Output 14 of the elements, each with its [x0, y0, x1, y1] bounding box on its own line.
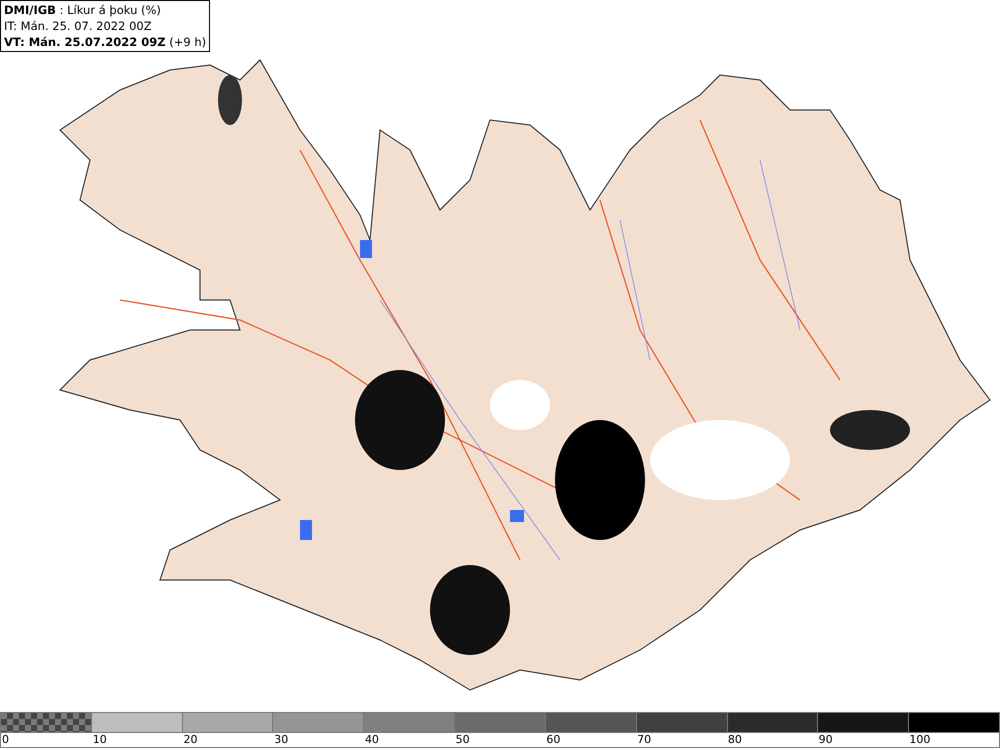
legend-label: 40	[364, 733, 379, 746]
legend-label: 30	[274, 733, 288, 746]
legend-label: 90	[818, 733, 833, 746]
info-text: IT: Mán. 25. 07. 2022 00Z	[4, 18, 153, 34]
info-text: DMI/IGB : Líkur á þoku (%)	[4, 2, 162, 18]
legend-label: 0	[2, 733, 9, 746]
legend-label: 50	[456, 733, 470, 746]
legend-label: 10	[92, 733, 107, 746]
info-text: VT: Mán. 25.07.2022 09Z (+9 h)	[4, 34, 206, 50]
legend-label: 60	[546, 733, 560, 746]
legend-label: 80	[728, 733, 742, 746]
legend-label: 100	[909, 733, 930, 746]
legend-label: 70	[637, 733, 652, 746]
legend-label: 20	[183, 733, 198, 746]
